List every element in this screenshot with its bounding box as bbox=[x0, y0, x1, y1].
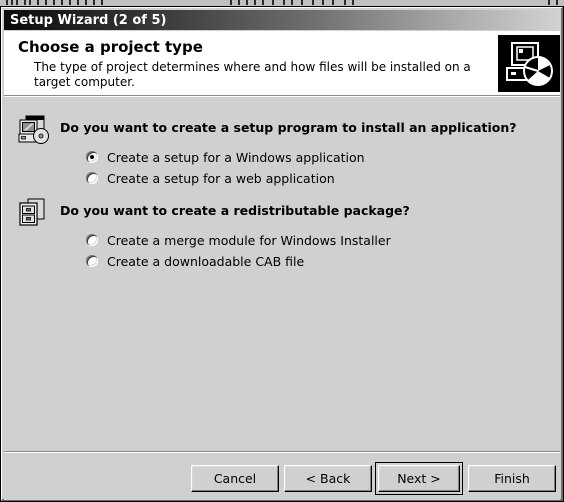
radio-button[interactable] bbox=[86, 172, 98, 184]
radio-option-label: Create a setup for a web application bbox=[107, 170, 335, 186]
radio-option-merge-module[interactable]: Create a merge module for Windows Instal… bbox=[86, 231, 391, 249]
next-button[interactable]: Next > bbox=[375, 462, 463, 495]
radio-option-cab-file[interactable]: Create a downloadable CAB file bbox=[86, 252, 304, 270]
window-title: Setup Wizard (2 of 5) bbox=[10, 12, 167, 28]
radio-button[interactable] bbox=[86, 255, 98, 267]
title-bar: Setup Wizard (2 of 5) bbox=[4, 10, 560, 30]
wizard-body: Do you want to create a setup program to… bbox=[4, 97, 560, 451]
computer-piechart-icon bbox=[498, 35, 560, 92]
cancel-button[interactable]: Cancel bbox=[191, 465, 279, 492]
radio-option-label: Create a merge module for Windows Instal… bbox=[107, 232, 391, 248]
page-description: The type of project determines where and… bbox=[34, 60, 471, 89]
radio-button[interactable] bbox=[86, 234, 98, 246]
radio-option-web-application[interactable]: Create a setup for a web application bbox=[86, 169, 335, 187]
wizard-footer: Cancel < Back Next > Finish bbox=[4, 453, 560, 500]
radio-option-label: Create a setup for a Windows application bbox=[107, 149, 365, 165]
question-label: Do you want to create a redistributable … bbox=[60, 203, 410, 218]
finish-button[interactable]: Finish bbox=[468, 465, 556, 492]
finish-button-label: Finish bbox=[494, 471, 530, 486]
back-button[interactable]: < Back bbox=[284, 465, 372, 492]
cancel-button-label: Cancel bbox=[213, 471, 257, 486]
package-modules-icon bbox=[18, 198, 52, 230]
setup-wizard-window: Setup Wizard (2 of 5) Choose a project t… bbox=[0, 6, 564, 502]
computer-cd-icon bbox=[18, 115, 52, 147]
radio-button[interactable] bbox=[86, 151, 98, 163]
question-label: Do you want to create a setup program to… bbox=[60, 120, 517, 135]
page-title: Choose a project type bbox=[18, 38, 203, 56]
radio-option-label: Create a downloadable CAB file bbox=[107, 253, 305, 269]
radio-option-windows-application[interactable]: Create a setup for a Windows application bbox=[86, 148, 365, 166]
next-button-label: Next > bbox=[397, 471, 441, 486]
back-button-label: < Back bbox=[305, 471, 351, 486]
wizard-header: Choose a project type The type of projec… bbox=[4, 31, 560, 95]
